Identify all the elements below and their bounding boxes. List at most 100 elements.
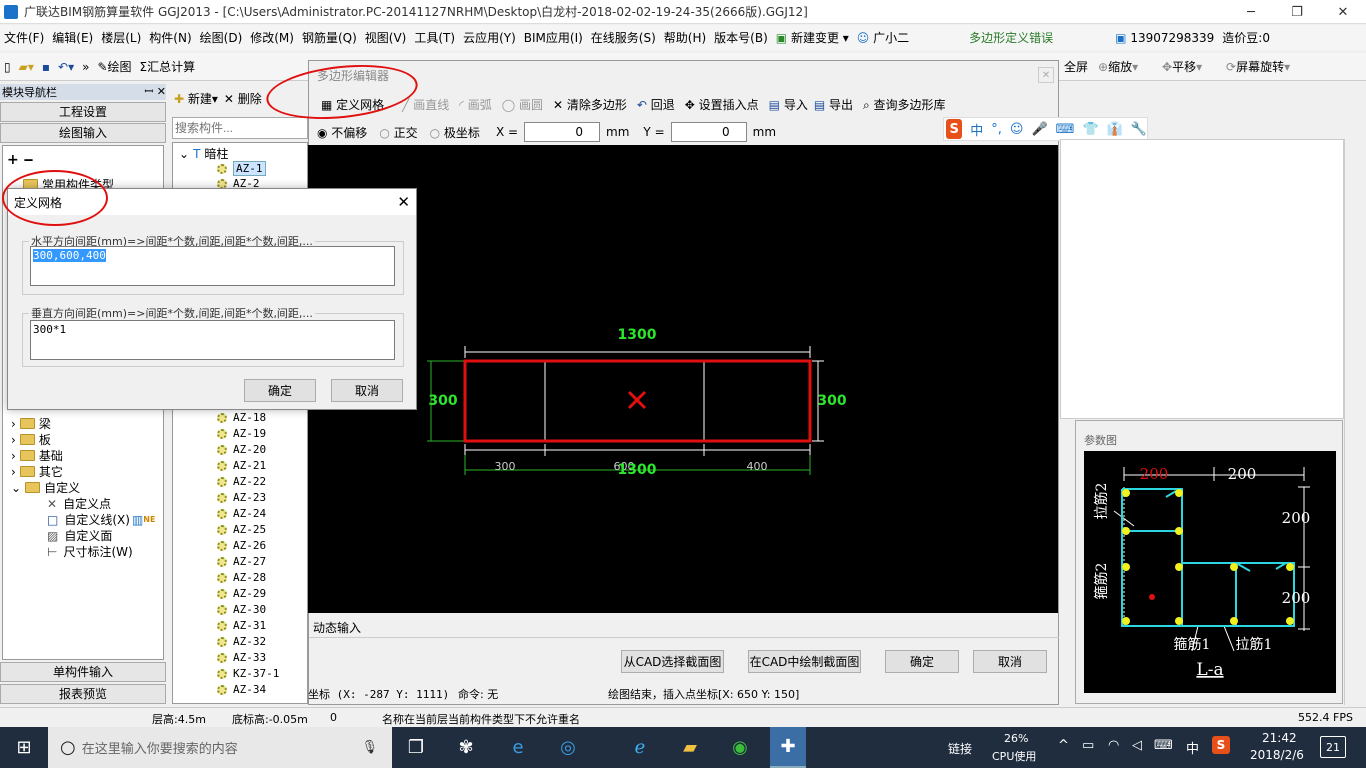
battery-icon[interactable]: ▭: [1082, 738, 1094, 753]
menu-version[interactable]: 版本号(B): [710, 29, 772, 46]
glodon-app-icon[interactable]: ✚: [770, 727, 806, 768]
vertical-spacing-input[interactable]: 300*1: [30, 320, 395, 360]
menu-draw[interactable]: 绘图(D): [196, 29, 247, 46]
component-item[interactable]: AZ-29: [217, 587, 266, 600]
query-library-button[interactable]: ⌕ 查询多边形库: [863, 96, 946, 113]
menu-online[interactable]: 在线服务(S): [587, 29, 660, 46]
tree-custom-line[interactable]: □ 自定义线(X) ▥ NE: [47, 511, 155, 528]
polar-radio[interactable]: ○ 极坐标: [430, 124, 480, 141]
single-input-button[interactable]: 单构件输入: [0, 662, 166, 682]
component-item[interactable]: AZ-32: [217, 635, 266, 648]
ortho-radio[interactable]: ○ 正交: [379, 124, 417, 141]
clock-date[interactable]: 2018/2/6: [1250, 748, 1304, 762]
tree-dimension[interactable]: ⊢ 尺寸标注(W): [47, 543, 133, 560]
fullscreen-button[interactable]: 全屏: [1060, 58, 1092, 75]
rotate-button[interactable]: ⟳ 屏幕旋转 ▾: [1222, 58, 1294, 75]
tree-beam[interactable]: › 梁: [11, 415, 51, 432]
sogou-icon[interactable]: S: [946, 119, 963, 139]
draw-line-button[interactable]: ╱ 画直线: [402, 96, 449, 113]
component-item[interactable]: AZ-28: [217, 571, 266, 584]
drawing-input-button[interactable]: 绘图输入: [0, 123, 166, 143]
nav-close-icon[interactable]: ✕: [157, 85, 166, 98]
ime-tray[interactable]: 中: [1186, 738, 1199, 757]
dialog-close-icon[interactable]: ✕: [397, 193, 410, 211]
ie-icon[interactable]: ℯ: [626, 733, 654, 761]
menu-component[interactable]: 构件(N): [145, 29, 195, 46]
draw-button[interactable]: ✎ 绘图: [93, 58, 135, 75]
component-item[interactable]: AZ-1: [217, 161, 266, 176]
tree-hidden-column[interactable]: ⌄ T 暗柱: [179, 145, 228, 162]
tree-custom-point[interactable]: ✕ 自定义点: [47, 495, 111, 512]
emoji-icon[interactable]: ☺: [1010, 122, 1024, 137]
dynamic-input-tab[interactable]: 动态输入: [313, 619, 361, 636]
component-item[interactable]: AZ-34: [217, 683, 266, 696]
file-explorer-icon[interactable]: ▰: [676, 733, 704, 761]
wifi-icon[interactable]: ◠: [1108, 738, 1119, 753]
editor-cancel-button[interactable]: 取消: [973, 650, 1047, 673]
menu-rebar[interactable]: 钢筋量(Q): [298, 29, 361, 46]
component-search-input[interactable]: [172, 117, 308, 139]
shirt-icon[interactable]: 👔: [1107, 122, 1123, 137]
component-item[interactable]: AZ-25: [217, 523, 266, 536]
component-item[interactable]: AZ-33: [217, 651, 266, 664]
open-icon[interactable]: ▰▾: [15, 60, 38, 74]
tray-chevron-icon[interactable]: ^: [1058, 738, 1069, 753]
mic-icon[interactable]: 🎤: [1031, 122, 1047, 137]
user-phone[interactable]: ▣ 13907298339: [1111, 31, 1218, 45]
draw-circle-button[interactable]: ◯ 画圆: [502, 96, 543, 113]
y-input[interactable]: 0: [670, 122, 747, 142]
wrench-icon[interactable]: 🔧: [1131, 122, 1147, 137]
link-label[interactable]: 链接: [948, 740, 972, 757]
minimize-button[interactable]: ─: [1228, 0, 1274, 24]
close-button[interactable]: ✕: [1320, 0, 1366, 24]
component-item[interactable]: AZ-19: [217, 427, 266, 440]
clear-polygon-button[interactable]: ✕ 清除多边形: [553, 96, 627, 113]
menu-cloud[interactable]: 云应用(Y): [459, 29, 520, 46]
import-button[interactable]: ▤ 导入: [769, 96, 808, 113]
tree-slab[interactable]: › 板: [11, 431, 51, 448]
menu-bim[interactable]: BIM应用(I): [520, 29, 587, 46]
component-item[interactable]: AZ-30: [217, 603, 266, 616]
editor-close-icon[interactable]: ✕: [1038, 67, 1054, 83]
delete-component-button[interactable]: ✕ 删除: [224, 90, 262, 107]
menu-help[interactable]: 帮助(H): [660, 29, 710, 46]
x-input[interactable]: 0: [524, 122, 601, 142]
keyboard-tray-icon[interactable]: ⌨: [1154, 738, 1173, 753]
tree-other[interactable]: › 其它: [11, 463, 63, 480]
export-button[interactable]: ▤ 导出: [814, 96, 853, 113]
more-chevron-icon[interactable]: »: [78, 60, 93, 74]
menu-assistant[interactable]: ☺ 广小二: [853, 29, 913, 46]
component-item[interactable]: AZ-31: [217, 619, 266, 632]
tree-foundation[interactable]: › 基础: [11, 447, 63, 464]
keyboard-icon[interactable]: ⌨: [1056, 122, 1075, 137]
editor-ok-button[interactable]: 确定: [885, 650, 959, 673]
green-app-icon[interactable]: ◉: [726, 733, 754, 761]
undo-icon[interactable]: ↶▾: [54, 60, 78, 74]
notification-icon[interactable]: 21: [1320, 736, 1346, 758]
project-settings-button[interactable]: 工程设置: [0, 102, 166, 122]
task-view-icon[interactable]: ❐: [402, 733, 430, 761]
right-scrollbar[interactable]: [1344, 139, 1358, 705]
volume-icon[interactable]: ◁: [1132, 738, 1142, 753]
cad-select-button[interactable]: 从CAD选择截面图: [621, 650, 724, 673]
dialog-cancel-button[interactable]: 取消: [331, 379, 403, 402]
draw-arc-button[interactable]: ◜ 画弧: [459, 96, 491, 113]
horizontal-spacing-input[interactable]: 300,600,400: [30, 246, 395, 286]
pinwheel-app-icon[interactable]: ✾: [452, 733, 480, 761]
component-item[interactable]: AZ-23: [217, 491, 266, 504]
drawing-canvas[interactable]: 1300 300 300 300 600 400 1300: [308, 145, 1058, 613]
taskbar-search[interactable]: ○ 在这里输入你要搜索的内容 🎙: [48, 727, 392, 768]
menu-floor[interactable]: 楼层(L): [97, 29, 145, 46]
dialog-ok-button[interactable]: 确定: [244, 379, 316, 402]
ime-mode[interactable]: 中: [970, 120, 983, 139]
component-item[interactable]: AZ-21: [217, 459, 266, 472]
component-item[interactable]: AZ-18: [217, 411, 266, 424]
menu-file[interactable]: 文件(F): [0, 29, 48, 46]
windows-start-icon[interactable]: ⊞: [10, 733, 38, 761]
component-item[interactable]: AZ-20: [217, 443, 266, 456]
pin-icon[interactable]: ꟷ: [144, 85, 153, 98]
browser-icon[interactable]: ◎: [554, 733, 582, 761]
set-insert-point-button[interactable]: ✥ 设置插入点: [685, 96, 759, 113]
no-offset-radio[interactable]: ◉ 不偏移: [317, 124, 367, 141]
new-file-icon[interactable]: ▯: [0, 60, 15, 74]
